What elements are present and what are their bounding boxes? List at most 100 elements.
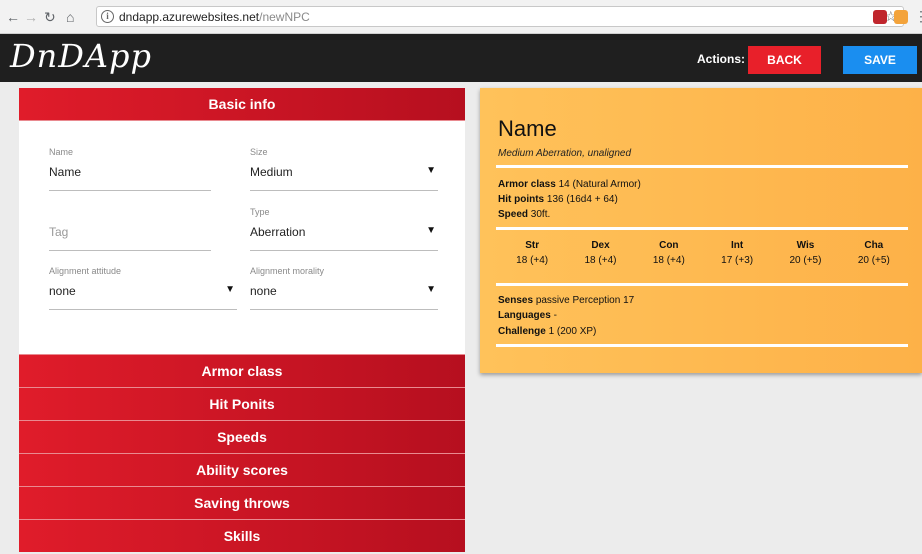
back-arrow-icon[interactable]: ← — [6, 9, 20, 25]
section-ability-scores[interactable]: Ability scores — [19, 453, 465, 486]
dropdown-arrow-icon[interactable]: ▼ — [225, 284, 235, 295]
size-label: Size — [250, 147, 268, 157]
ability-wis: Wis 20 (+5) — [771, 240, 839, 266]
alignment-attitude-underline — [49, 309, 237, 310]
tag-field[interactable]: Tag — [49, 207, 211, 251]
speed-value: 30ft. — [530, 209, 551, 220]
ability-name: Con — [659, 240, 679, 251]
alignment-attitude-value[interactable]: none ▼ — [49, 284, 237, 300]
ability-value: 20 (+5) — [789, 255, 822, 266]
size-underline — [250, 190, 438, 191]
divider — [496, 227, 908, 230]
alignment-attitude-select[interactable]: Alignment attitude none ▼ — [49, 266, 237, 310]
tag-input[interactable]: Tag — [49, 225, 211, 241]
section-speeds[interactable]: Speeds — [19, 420, 465, 453]
browser-toolbar: ← → ↻ ⌂ i dndapp.azurewebsites.net/newNP… — [0, 0, 922, 34]
reload-icon[interactable]: ↻ — [44, 9, 56, 25]
url-host: dndapp.azurewebsites.net — [119, 10, 260, 24]
size-value-text: Medium — [250, 165, 293, 179]
divider — [496, 165, 908, 168]
info-icon[interactable]: i — [101, 10, 114, 23]
home-icon[interactable]: ⌂ — [66, 9, 74, 25]
alignment-morality-value-text: none — [250, 284, 277, 298]
languages-label: Languages — [498, 310, 551, 321]
ability-scores-table: Str 18 (+4) Dex 18 (+4) Con 18 (+4) Int 17 (… — [498, 240, 908, 266]
challenge-line: Challenge 1 (200 XP) — [498, 326, 596, 337]
stat-block-card: Name Medium Aberration, unaligned Armor … — [480, 88, 922, 373]
hit-points-value: 136 (16d4 + 64) — [546, 194, 618, 205]
section-skills[interactable]: Skills — [19, 519, 465, 552]
tag-label-spacer — [49, 207, 211, 219]
alignment-attitude-value-text: none — [49, 284, 76, 298]
type-value-text: Aberration — [250, 225, 306, 239]
languages-value: - — [553, 310, 557, 321]
actions-label: Actions: — [697, 52, 745, 66]
ability-dex: Dex 18 (+4) — [566, 240, 634, 266]
ability-str: Str 18 (+4) — [498, 240, 566, 266]
divider — [496, 344, 908, 347]
ability-value: 20 (+5) — [857, 255, 890, 266]
ability-con: Con 18 (+4) — [635, 240, 703, 266]
ability-value: 18 (+4) — [652, 255, 685, 266]
armor-class-line: Armor class 14 (Natural Armor) — [498, 179, 641, 190]
ability-name: Int — [731, 240, 744, 251]
ability-name: Wis — [796, 240, 815, 251]
back-button[interactable]: BACK — [748, 46, 821, 74]
armor-class-value: 14 (Natural Armor) — [558, 179, 641, 190]
size-value[interactable]: Medium ▼ — [250, 165, 438, 181]
ublock-extension-icon[interactable] — [873, 10, 887, 24]
npc-name: Name — [498, 116, 557, 141]
hit-points-label: Hit points — [498, 194, 545, 205]
ability-int: Int 17 (+3) — [703, 240, 771, 266]
section-armor-class[interactable]: Armor class — [19, 354, 465, 387]
alignment-morality-select[interactable]: Alignment morality none ▼ — [250, 266, 438, 310]
name-input[interactable]: Name — [49, 165, 211, 181]
address-bar[interactable]: i dndapp.azurewebsites.net/newNPC ☆ — [96, 6, 904, 27]
ability-value: 18 (+4) — [584, 255, 617, 266]
senses-label: Senses — [498, 295, 534, 306]
speed-label: Speed — [498, 209, 529, 220]
ability-name: Cha — [864, 240, 884, 251]
ability-value: 17 (+3) — [721, 255, 754, 266]
ability-name: Dex — [591, 240, 610, 251]
type-select[interactable]: Type Aberration ▼ — [250, 207, 438, 251]
section-basic-info-header[interactable]: Basic info — [19, 88, 465, 121]
challenge-value: 1 (200 XP) — [548, 326, 597, 337]
alignment-morality-label: Alignment morality — [250, 266, 325, 276]
section-saving-throws[interactable]: Saving throws — [19, 486, 465, 519]
challenge-label: Challenge — [498, 326, 546, 337]
basic-info-form: Name Name Size Medium ▼ Tag Type Aberrati… — [19, 121, 465, 354]
extension-icon[interactable] — [894, 10, 908, 24]
divider — [496, 283, 908, 286]
senses-value: passive Perception 17 — [535, 295, 635, 306]
size-select[interactable]: Size Medium ▼ — [250, 147, 438, 191]
tag-underline — [49, 250, 211, 251]
alignment-attitude-label: Alignment attitude — [49, 266, 122, 276]
senses-line: Senses passive Perception 17 — [498, 295, 634, 306]
armor-class-label: Armor class — [498, 179, 556, 190]
hit-points-line: Hit points 136 (16d4 + 64) — [498, 194, 618, 205]
forward-arrow-icon[interactable]: → — [24, 9, 38, 25]
url-path: /newNPC — [259, 10, 310, 24]
name-field[interactable]: Name Name — [49, 147, 211, 191]
speed-line: Speed 30ft. — [498, 209, 550, 220]
dropdown-arrow-icon[interactable]: ▼ — [426, 225, 436, 236]
dropdown-arrow-icon[interactable]: ▼ — [426, 165, 436, 176]
alignment-morality-value[interactable]: none ▼ — [250, 284, 438, 300]
npc-form-panel: Basic info Name Name Size Medium ▼ Tag Ty… — [19, 88, 465, 552]
npc-subtitle: Medium Aberration, unaligned — [498, 148, 632, 159]
app-logo[interactable]: DnDApp — [10, 37, 152, 75]
name-label: Name — [49, 147, 74, 157]
type-value[interactable]: Aberration ▼ — [250, 225, 438, 241]
dropdown-arrow-icon[interactable]: ▼ — [426, 284, 436, 295]
save-button[interactable]: SAVE — [843, 46, 917, 74]
app-header: DnDApp Actions: BACK SAVE — [0, 34, 922, 82]
menu-icon[interactable]: ⋮ — [914, 8, 922, 24]
alignment-morality-underline — [250, 309, 438, 310]
url-text: dndapp.azurewebsites.net/newNPC — [119, 10, 310, 24]
ability-cha: Cha 20 (+5) — [840, 240, 908, 266]
type-underline — [250, 250, 438, 251]
section-hit-points[interactable]: Hit Ponits — [19, 387, 465, 420]
name-underline — [49, 190, 211, 191]
ability-name: Str — [525, 240, 540, 251]
